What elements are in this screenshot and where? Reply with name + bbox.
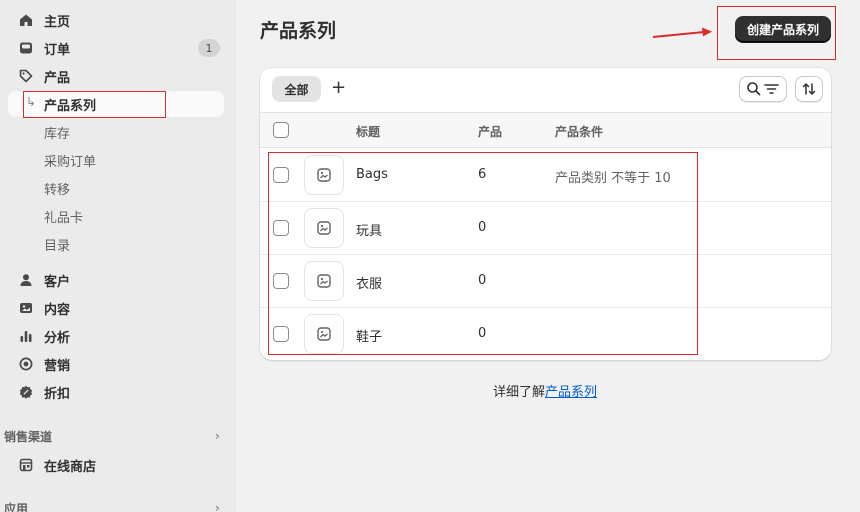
add-view-button[interactable]: +	[331, 78, 346, 98]
collection-thumbnail	[304, 261, 344, 301]
sidebar-item-customers[interactable]: 客户	[8, 267, 224, 293]
sidebar-item-label: 主页	[44, 14, 71, 30]
table-row[interactable]: 衣服 0	[260, 255, 831, 308]
sidebar-subitem-label: 转移	[44, 182, 71, 198]
annotation-arrow-icon	[652, 27, 712, 38]
chevron-right-icon: ›	[215, 429, 220, 443]
store-icon	[18, 457, 34, 473]
sidebar-subitem-catalogs[interactable]: 目录	[8, 231, 224, 257]
sidebar-subitem-collections[interactable]: ↳ 产品系列	[8, 91, 224, 117]
row-products: 6	[478, 167, 487, 182]
sidebar-item-content[interactable]: 内容	[8, 295, 224, 321]
table-row[interactable]: 鞋子 0	[260, 308, 831, 360]
sidebar-subitem-inventory[interactable]: 库存	[8, 119, 224, 145]
image-icon	[18, 300, 34, 316]
sidebar-subitem-transfers[interactable]: 转移	[8, 175, 224, 201]
row-checkbox[interactable]	[273, 220, 289, 236]
sidebar-item-marketing[interactable]: 营销	[8, 351, 224, 377]
table-row[interactable]: Bags 6 产品类别 不等于 10	[260, 149, 831, 202]
sidebar-item-label: 客户	[44, 274, 71, 290]
sidebar-subitem-purchase-orders[interactable]: 采购订单	[8, 147, 224, 173]
orders-count-badge: 1	[198, 39, 220, 57]
image-placeholder-icon	[317, 168, 331, 182]
sidebar-subitem-label: 目录	[44, 238, 71, 254]
sidebar-item-label: 订单	[44, 42, 71, 58]
row-products: 0	[478, 326, 487, 341]
page-title: 产品系列	[260, 20, 337, 42]
sidebar-subitem-label: 礼品卡	[44, 210, 84, 226]
home-icon	[18, 12, 34, 28]
row-condition: 产品类别 不等于 10	[555, 171, 671, 186]
sales-channels-label: 销售渠道	[4, 429, 53, 444]
tab-all[interactable]: 全部	[272, 76, 321, 102]
sidebar-item-analytics[interactable]: 分析	[8, 323, 224, 349]
row-products: 0	[478, 220, 487, 235]
sidebar-item-label: 产品	[44, 70, 71, 86]
tag-icon	[18, 68, 34, 84]
sidebar-item-label: 在线商店	[44, 459, 97, 475]
row-title[interactable]: Bags	[356, 167, 388, 182]
search-filter-icon	[747, 82, 779, 96]
sub-arrow-icon: ↳	[26, 95, 37, 109]
footer-prefix: 详细了解	[492, 385, 545, 400]
row-checkbox[interactable]	[273, 167, 289, 183]
collections-card: 全部 + 标题 产品 产品条件 Bags 6 产品类别 不等于 10 玩具 0 …	[260, 68, 831, 360]
image-placeholder-icon	[317, 221, 331, 235]
row-title[interactable]: 鞋子	[356, 326, 382, 345]
sidebar-item-online-store[interactable]: 在线商店	[8, 452, 224, 478]
sales-channels-header[interactable]: 销售渠道 ›	[4, 426, 220, 446]
sort-button[interactable]	[795, 76, 823, 102]
sidebar-item-orders[interactable]: 订单 1	[8, 35, 224, 61]
apps-label: 应用	[4, 501, 29, 512]
select-all-checkbox[interactable]	[273, 122, 289, 138]
sidebar-item-products[interactable]: 产品	[8, 63, 224, 89]
sidebar-item-label: 内容	[44, 302, 71, 318]
row-title[interactable]: 衣服	[356, 273, 382, 292]
row-products: 0	[478, 273, 487, 288]
apps-header[interactable]: 应用 ›	[4, 498, 220, 512]
collection-thumbnail	[304, 314, 344, 354]
sidebar-subitem-label: 库存	[44, 126, 71, 142]
target-icon	[18, 356, 34, 372]
column-products: 产品	[478, 125, 503, 139]
column-title: 标题	[356, 125, 381, 139]
bar-chart-icon	[18, 328, 34, 344]
collection-thumbnail	[304, 208, 344, 248]
sidebar: 主页 订单 1 产品 ↳ 产品系列 库存 采购订单 转移 礼品卡 目录 客户 内…	[0, 0, 236, 512]
sidebar-item-home[interactable]: 主页	[8, 7, 224, 33]
person-icon	[18, 272, 34, 288]
sidebar-item-label: 分析	[44, 330, 71, 346]
learn-more-link[interactable]: 产品系列	[545, 385, 597, 400]
table-header: 标题 产品 产品条件	[260, 112, 831, 148]
sidebar-subitem-gift-cards[interactable]: 礼品卡	[8, 203, 224, 229]
sidebar-item-label: 营销	[44, 358, 71, 374]
search-filter-button[interactable]	[739, 76, 787, 102]
footer-help: 详细了解产品系列	[0, 381, 860, 400]
collection-thumbnail	[304, 155, 344, 195]
column-conditions: 产品条件	[555, 125, 604, 139]
inbox-icon	[18, 40, 34, 56]
row-checkbox[interactable]	[273, 326, 289, 342]
sort-icon	[802, 83, 816, 95]
image-placeholder-icon	[317, 274, 331, 288]
create-collection-button[interactable]: 创建产品系列	[735, 16, 831, 42]
table-row[interactable]: 玩具 0	[260, 202, 831, 255]
chevron-right-icon: ›	[215, 501, 220, 512]
sidebar-subitem-label: 采购订单	[44, 154, 97, 170]
sidebar-subitem-label: 产品系列	[44, 98, 97, 114]
image-placeholder-icon	[317, 327, 331, 341]
row-checkbox[interactable]	[273, 273, 289, 289]
row-title[interactable]: 玩具	[356, 220, 382, 239]
